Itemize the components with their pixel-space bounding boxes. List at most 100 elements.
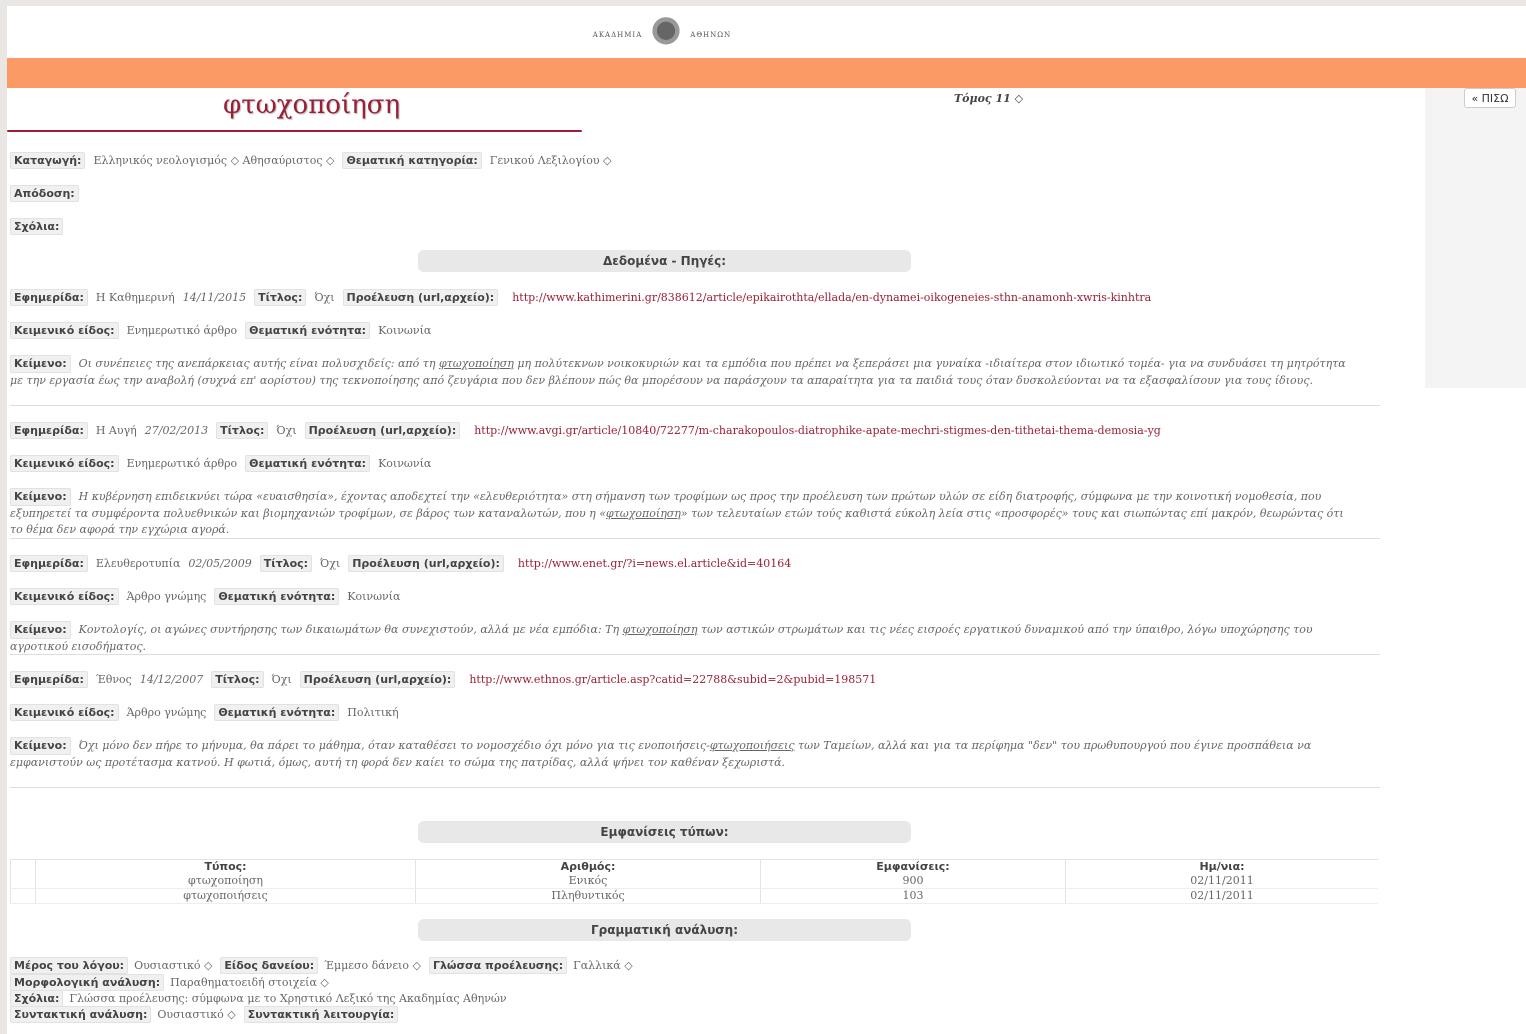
function-label: Συντακτική λειτουργία: <box>243 1006 399 1023</box>
text-label: Κείμενο: <box>10 621 71 639</box>
loan-value[interactable]: Έμμεσο δάνειο ◇ <box>324 959 421 972</box>
unit-value: Πολιτική <box>347 706 399 719</box>
origin-label: Καταγωγή: <box>10 152 86 169</box>
text-label: Κείμενο: <box>10 737 71 755</box>
grammar-section-header: Γραμματική ανάλυση: <box>418 919 911 941</box>
origin-value[interactable]: Ελληνικός νεολογισμός ◇ Αθησαύριστος ◇ <box>93 154 334 167</box>
table-gutter <box>10 873 36 889</box>
table-gutter <box>10 859 36 874</box>
note-label: Σχόλια: <box>10 990 64 1007</box>
term-highlight: φτωχοποίηση <box>438 357 514 370</box>
column-header: Αριθμός: <box>415 859 761 874</box>
source-origin-label: Προέλευση (url,αρχείο): <box>348 555 504 572</box>
morph-label: Μορφολογική ανάλυση: <box>10 974 165 991</box>
logo-text-left: ΑΚΑΔΗΜΙΑ <box>592 31 643 39</box>
source-origin-label: Προέλευση (url,αρχείο): <box>299 671 456 688</box>
source-1-genre: Κειμενικό είδος: Ενημερωτικό άρθρο Θεματ… <box>10 322 439 339</box>
unit-label: Θεματική ενότητα: <box>245 322 371 339</box>
syntax-value[interactable]: Ουσιαστικό ◇ <box>157 1008 235 1021</box>
source-url-link[interactable]: http://www.ethnos.gr/article.asp?catid=2… <box>469 673 876 686</box>
newspaper-value: Η Καθημερινή <box>95 291 175 304</box>
types-section-header: Εμφανίσεις τύπων: <box>418 821 911 843</box>
source-4-meta: Εφημερίδα: Έθνος 14/12/2007 Τίτλος: Όχι … <box>10 671 876 688</box>
source-date: 14/11/2015 <box>182 291 247 304</box>
unit-label: Θεματική ενότητα: <box>214 704 340 721</box>
term-highlight: φτωχοποίηση <box>622 623 698 636</box>
title-label: Τίτλος: <box>259 555 313 572</box>
source-url-link[interactable]: http://www.kathimerini.gr/838612/article… <box>512 291 1151 304</box>
source-3-meta: Εφημερίδα: Ελευθεροτυπία 02/05/2009 Τίτλ… <box>10 555 791 572</box>
title-label: Τίτλος: <box>211 671 264 688</box>
source-url-link[interactable]: http://www.avgi.gr/article/10840/72277/m… <box>474 424 1161 437</box>
source-2-meta: Εφημερίδα: Η Αυγή 27/02/2013 Τίτλος: Όχι… <box>10 422 1161 439</box>
text-label: Κείμενο: <box>10 488 71 506</box>
source-url-link[interactable]: http://www.enet.gr/?i=news.el.article&id… <box>518 557 791 570</box>
newspaper-value: Η Αυγή <box>95 424 137 437</box>
grammar-row-3: Σχόλια: Γλώσσα προέλευσης: σύμφωνα με το… <box>10 990 515 1007</box>
source-origin-label: Προέλευση (url,αρχείο): <box>342 289 499 306</box>
title-label: Τίτλος: <box>254 289 307 306</box>
newspaper-label: Εφημερίδα: <box>10 555 88 572</box>
table-gutter <box>10 888 36 904</box>
syntax-label: Συντακτική ανάλυση: <box>10 1006 152 1023</box>
table-cell: Ενικός <box>415 873 761 889</box>
lang-value[interactable]: Γαλλικά ◇ <box>573 959 633 972</box>
table-cell: 02/11/2011 <box>1065 888 1378 904</box>
comments-label: Σχόλια: <box>10 218 64 235</box>
table-header-row: Τύπος: Αριθμός: Εμφανίσεις: Ημ/νια: <box>10 859 1378 874</box>
genre-value: Άρθρο γνώμης <box>126 590 207 603</box>
volume-link[interactable]: Τόμος 11 ◇ <box>954 92 1023 105</box>
category-label: Θεματική κατηγορία: <box>342 152 482 169</box>
loan-label: Είδος δανείου: <box>220 957 319 974</box>
unit-value: Κοινωνία <box>378 457 432 470</box>
newspaper-label: Εφημερίδα: <box>10 671 88 688</box>
source-4-genre: Κειμενικό είδος: Άρθρο γνώμης Θεματική ε… <box>10 704 407 721</box>
source-3-genre: Κειμενικό είδος: Άρθρο γνώμης Θεματική ε… <box>10 588 409 605</box>
genre-value: Άρθρο γνώμης <box>126 706 207 719</box>
genre-label: Κειμενικό είδος: <box>10 455 119 472</box>
genre-label: Κειμενικό είδος: <box>10 322 119 339</box>
title-value: Όχι <box>276 424 297 437</box>
title-value: Όχι <box>271 673 292 686</box>
table-cell: 103 <box>760 888 1066 904</box>
grammar-row-4: Συντακτική ανάλυση: Ουσιαστικό ◇ Συντακτ… <box>10 1006 404 1023</box>
source-date: 27/02/2013 <box>144 424 209 437</box>
newspaper-label: Εφημερίδα: <box>10 422 88 439</box>
genre-label: Κειμενικό είδος: <box>10 704 119 721</box>
category-value[interactable]: Γενικού Λεξιλογίου ◇ <box>490 154 612 167</box>
table-row: φτωχοποιήσεις Πληθυντικός 103 02/11/2011 <box>10 888 1378 904</box>
pos-value[interactable]: Ουσιαστικό ◇ <box>134 959 212 972</box>
morph-value[interactable]: Παραθηματοειδή στοιχεία ◇ <box>170 976 329 989</box>
source-4-text: Κείμενο: Όχι μόνο δεν πήρε το μήνυμα, θα … <box>10 737 1350 771</box>
text-part: Οι συνέπειες της ανεπάρκειας αυτής είναι… <box>78 357 439 370</box>
table-row: φτωχοποίηση Ενικός 900 02/11/2011 <box>10 873 1378 889</box>
source-date: 02/05/2009 <box>188 557 252 570</box>
separator <box>10 405 1380 406</box>
genre-value: Ενημερωτικό άρθρο <box>126 324 238 337</box>
unit-value: Κοινωνία <box>347 590 401 603</box>
column-header: Ημ/νια: <box>1065 859 1378 874</box>
academy-logo[interactable]: ΑΚΑΔΗΜΙΑ ΑΘΗΝΩΝ <box>592 12 732 58</box>
rendering-label: Απόδοση: <box>10 185 79 202</box>
genre-label: Κειμενικό είδος: <box>10 588 119 605</box>
text-part: Όχι μόνο δεν πήρε το μήνυμα, θα πάρει το… <box>78 739 710 752</box>
title-label: Τίτλος: <box>216 422 269 439</box>
back-button[interactable]: « ΠΙΣΩ <box>1464 88 1516 108</box>
source-1-meta: Εφημερίδα: Η Καθημερινή 14/11/2015 Τίτλο… <box>10 289 1151 306</box>
sources-section-header: Δεδομένα - Πηγές: <box>418 250 911 272</box>
logo-text-right: ΑΘΗΝΩΝ <box>690 31 732 39</box>
types-table: Τύπος: Αριθμός: Εμφανίσεις: Ημ/νια: φτωχ… <box>10 859 1378 904</box>
pos-label: Μέρος του λόγου: <box>10 957 129 974</box>
text-label: Κείμενο: <box>10 355 71 373</box>
comments-row: Σχόλια: <box>10 218 71 235</box>
athena-logo-icon <box>650 14 683 56</box>
title-underline <box>7 130 582 132</box>
page-title: φτωχοποίηση <box>223 90 401 120</box>
table-cell: φτωχοποίηση <box>35 873 416 889</box>
separator <box>10 787 1380 788</box>
column-header: Εμφανίσεις: <box>760 859 1066 874</box>
rendering-row: Απόδοση: <box>10 185 87 202</box>
source-2-text: Κείμενο: Η κυβέρνηση επιδεικνύει τώρα «ευ… <box>10 488 1350 538</box>
source-2-genre: Κειμενικό είδος: Ενημερωτικό άρθρο Θεματ… <box>10 455 439 472</box>
column-header: Τύπος: <box>35 859 416 874</box>
